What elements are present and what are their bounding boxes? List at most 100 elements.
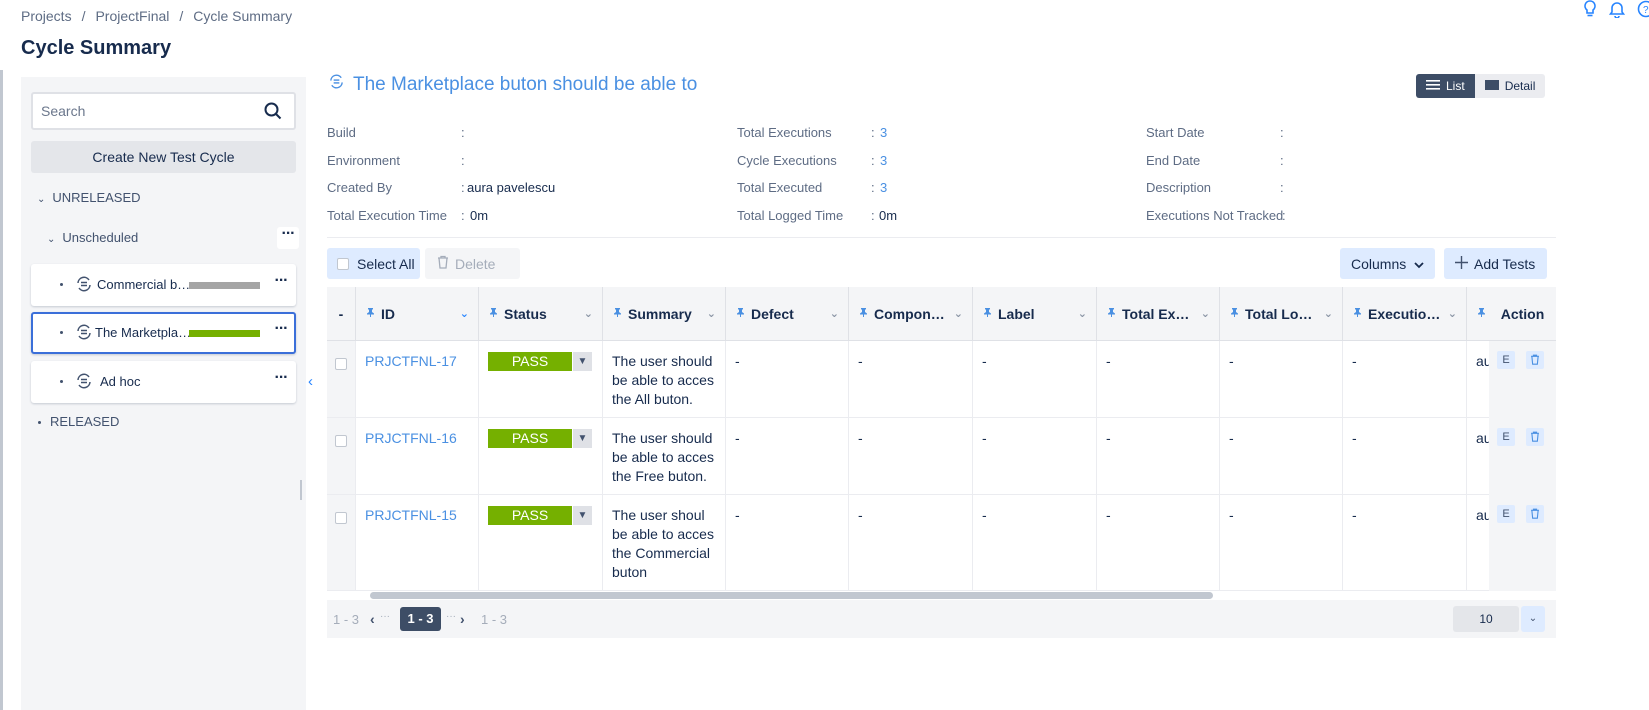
chevron-down-icon[interactable]: ⌄ bbox=[1448, 307, 1457, 320]
pin-icon[interactable] bbox=[1107, 307, 1116, 320]
delete-execution-icon[interactable] bbox=[1526, 428, 1544, 446]
cycle-progress-bar bbox=[189, 330, 260, 337]
chevron-down-icon[interactable]: ⌄ bbox=[1078, 307, 1087, 320]
cell-label: - bbox=[973, 341, 1097, 418]
create-test-cycle-button[interactable]: Create New Test Cycle bbox=[31, 141, 296, 173]
detail-view-button[interactable]: Detail bbox=[1474, 74, 1546, 98]
breadcrumb-projects[interactable]: Projects bbox=[21, 8, 72, 24]
delete-execution-icon[interactable] bbox=[1526, 351, 1544, 369]
cell-text: - bbox=[735, 430, 740, 446]
more-options-icon[interactable]: ··· bbox=[270, 370, 292, 393]
chevron-down-icon[interactable]: ⌄ bbox=[460, 307, 469, 320]
test-id-link[interactable]: PRJCTFNL-17 bbox=[365, 353, 457, 369]
row-checkbox[interactable] bbox=[335, 435, 347, 447]
pin-icon[interactable] bbox=[736, 307, 745, 320]
chevron-down-icon[interactable]: ⌄ bbox=[584, 307, 593, 320]
header-summary[interactable]: Summary ⌄ bbox=[603, 287, 726, 341]
edit-execution-icon[interactable]: E bbox=[1497, 505, 1515, 523]
pin-icon[interactable] bbox=[1230, 307, 1239, 320]
select-all-checkbox[interactable] bbox=[337, 257, 349, 270]
unreleased-group[interactable]: ⌄ UNRELEASED bbox=[37, 190, 141, 205]
cycle-item-commercial[interactable]: Commercial b… ··· bbox=[31, 264, 296, 306]
cell-text: - bbox=[858, 353, 863, 369]
chevron-down-icon[interactable]: ⌄ bbox=[707, 307, 716, 320]
header-total-lo[interactable]: Total Lo… ⌄ bbox=[1220, 287, 1343, 341]
chevron-down-icon[interactable]: ▼ bbox=[572, 429, 592, 448]
header-component[interactable]: Compon… ⌄ bbox=[849, 287, 973, 341]
chevron-down-icon[interactable]: ▼ bbox=[572, 352, 592, 371]
pagination-current[interactable]: 1 - 3 bbox=[400, 607, 441, 631]
row-checkbox[interactable] bbox=[335, 512, 347, 524]
unscheduled-group[interactable]: ⌄ Unscheduled ··· bbox=[47, 226, 299, 249]
lightbulb-icon[interactable] bbox=[1583, 0, 1597, 23]
chevron-down-icon[interactable]: ⌄ bbox=[1521, 606, 1545, 632]
cycle-item-adhoc[interactable]: Ad hoc ··· bbox=[31, 361, 296, 403]
horizontal-scrollbar[interactable] bbox=[370, 592, 1213, 599]
chevron-down-icon[interactable]: ⌄ bbox=[954, 307, 963, 320]
chevron-down-icon[interactable]: ⌄ bbox=[1324, 307, 1333, 320]
resize-handle[interactable] bbox=[300, 480, 302, 500]
ellipsis: ··· bbox=[446, 611, 456, 622]
released-group[interactable]: RELEASED bbox=[38, 414, 119, 429]
header-total-ex[interactable]: Total Ex… ⌄ bbox=[1097, 287, 1220, 341]
search-input[interactable] bbox=[33, 94, 233, 128]
header-status[interactable]: Status ⌄ bbox=[479, 287, 603, 341]
status-dropdown[interactable]: PASS ▼ bbox=[488, 506, 592, 525]
page-title: Cycle Summary bbox=[21, 37, 172, 59]
test-id-link[interactable]: PRJCTFNL-16 bbox=[365, 430, 457, 446]
status-dropdown[interactable]: PASS ▼ bbox=[488, 429, 592, 448]
edit-execution-icon[interactable]: E bbox=[1497, 351, 1515, 369]
bell-icon[interactable] bbox=[1608, 0, 1626, 23]
collapse-sidebar-icon[interactable]: ‹ bbox=[308, 373, 313, 390]
test-id-link[interactable]: PRJCTFNL-15 bbox=[365, 507, 457, 523]
info-value[interactable]: 3 bbox=[880, 125, 887, 140]
info-colon: : bbox=[1280, 153, 1284, 168]
pin-icon[interactable] bbox=[1477, 307, 1486, 320]
cell-summary: The user should be able to acces the Fre… bbox=[603, 418, 726, 495]
header-defect[interactable]: Defect ⌄ bbox=[726, 287, 849, 341]
info-value[interactable]: 3 bbox=[880, 180, 887, 195]
cycle-item-marketplace[interactable]: The Marketpla… ··· bbox=[31, 312, 296, 354]
header-execution[interactable]: Executio… ⌄ bbox=[1343, 287, 1467, 341]
edit-execution-icon[interactable]: E bbox=[1497, 428, 1515, 446]
header-id[interactable]: ID ⌄ bbox=[356, 287, 479, 341]
pin-icon[interactable] bbox=[613, 307, 622, 320]
action-column: Action E E E bbox=[1489, 287, 1556, 591]
cell-text: - bbox=[1106, 430, 1111, 446]
row-checkbox[interactable] bbox=[335, 358, 347, 370]
header-label[interactable]: Label ⌄ bbox=[973, 287, 1097, 341]
chevron-down-icon[interactable]: ⌄ bbox=[830, 307, 839, 320]
list-view-button[interactable]: List bbox=[1416, 74, 1475, 98]
prev-page-icon[interactable]: ‹ bbox=[370, 611, 375, 627]
pin-icon[interactable] bbox=[859, 307, 868, 320]
info-value[interactable]: 3 bbox=[880, 153, 887, 168]
pin-icon[interactable] bbox=[983, 307, 992, 320]
chevron-down-icon[interactable]: ▼ bbox=[572, 506, 592, 525]
search-icon[interactable] bbox=[264, 102, 282, 123]
columns-button[interactable]: Columns bbox=[1340, 248, 1435, 279]
help-icon[interactable]: ? bbox=[1637, 0, 1649, 23]
pagination: 1 - 3 ‹ ··· 1 - 3 ··· › 1 - 3 10 ⌄ bbox=[327, 600, 1556, 638]
divider bbox=[327, 237, 1556, 238]
detail-icon bbox=[1484, 79, 1499, 93]
delete-button[interactable]: Delete bbox=[425, 248, 520, 279]
breadcrumb-project[interactable]: ProjectFinal bbox=[95, 8, 169, 24]
add-tests-button[interactable]: Add Tests bbox=[1444, 248, 1547, 279]
next-page-icon[interactable]: › bbox=[460, 611, 465, 627]
page-size-select[interactable]: 10 bbox=[1453, 606, 1519, 632]
cycle-icon bbox=[75, 372, 93, 393]
cell-component: - bbox=[849, 418, 973, 495]
cycle-icon bbox=[75, 275, 93, 296]
more-options-icon[interactable]: ··· bbox=[270, 273, 292, 296]
more-options-icon[interactable]: ··· bbox=[270, 321, 292, 344]
delete-execution-icon[interactable] bbox=[1526, 505, 1544, 523]
chevron-down-icon[interactable]: ⌄ bbox=[1201, 307, 1210, 320]
pin-icon[interactable] bbox=[1353, 307, 1362, 320]
select-all-button[interactable]: Select All bbox=[327, 248, 420, 279]
bullet bbox=[38, 421, 41, 425]
status-value: PASS bbox=[488, 429, 572, 448]
pin-icon[interactable] bbox=[366, 307, 375, 320]
more-options-icon[interactable]: ··· bbox=[277, 226, 299, 249]
status-dropdown[interactable]: PASS ▼ bbox=[488, 352, 592, 371]
pin-icon[interactable] bbox=[489, 307, 498, 320]
